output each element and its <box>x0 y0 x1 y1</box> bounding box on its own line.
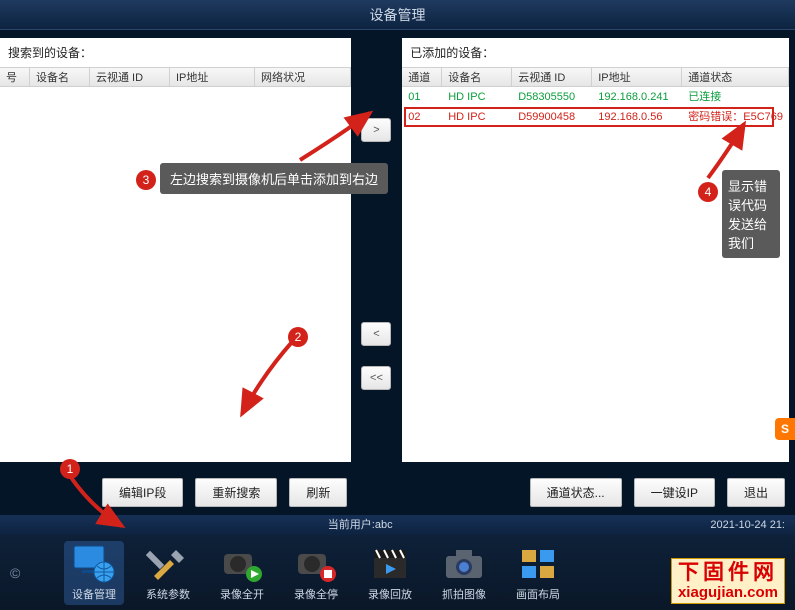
right-column-headers: 通道 设备名 云视通 ID IP地址 通道状态 <box>402 67 789 87</box>
cell-ch: 02 <box>402 107 442 127</box>
dock-label: 抓拍图像 <box>442 586 486 602</box>
dock-label: 系统参数 <box>146 586 190 602</box>
dock-label: 设备管理 <box>72 586 116 602</box>
dock-label: 录像全开 <box>220 586 264 602</box>
col-device-name-r[interactable]: 设备名 <box>442 68 512 86</box>
watermark: 下固件网 xiagujian.com <box>671 558 785 604</box>
research-button[interactable]: 重新搜索 <box>195 478 277 507</box>
datetime: 2021-10-24 21: <box>710 515 785 535</box>
remove-button[interactable]: < <box>361 322 391 346</box>
table-row[interactable]: 01 HD IPC D58305550 192.168.0.241 已连接 <box>402 87 789 107</box>
tools-icon <box>146 544 190 584</box>
left-panel-body <box>0 87 351 462</box>
annotation-badge-1: 1 <box>60 459 80 479</box>
remove-all-button[interactable]: << <box>361 366 391 390</box>
cell-status: 密码错误：E5C769 <box>682 107 789 127</box>
col-ip-r[interactable]: IP地址 <box>592 68 682 86</box>
content-area: 搜索到的设备： 号 设备名 云视通 ID IP地址 网络状况 > < << 已添… <box>0 30 795 470</box>
add-button[interactable]: > <box>361 118 391 142</box>
cell-ch: 01 <box>402 87 442 107</box>
monitor-globe-icon <box>72 544 116 584</box>
title-text: 设备管理 <box>370 7 426 23</box>
exit-button[interactable]: 退出 <box>727 478 785 507</box>
right-panel-heading: 已添加的设备： <box>402 38 789 67</box>
annotation-badge-2: 2 <box>288 327 308 347</box>
left-panel-heading: 搜索到的设备： <box>0 38 351 67</box>
left-panel: 搜索到的设备： 号 设备名 云视通 ID IP地址 网络状况 <box>0 38 351 462</box>
status-bar: 当前用户:abc 2021-10-24 21: <box>0 515 795 535</box>
watermark-line2: xiagujian.com <box>678 585 778 602</box>
cell-name: HD IPC <box>442 87 512 107</box>
cell-id: D59900458 <box>512 107 592 127</box>
title-bar: 设备管理 <box>0 0 795 30</box>
dock-label: 录像回放 <box>368 586 412 602</box>
col-channel-status[interactable]: 通道状态 <box>682 68 789 86</box>
cell-ip: 192.168.0.56 <box>592 107 682 127</box>
annotation-tip-4: 显示错误代码发送给我们 <box>722 170 780 258</box>
annotation-tip-3: 左边搜索到摄像机后单击添加到右边 <box>160 163 388 194</box>
dock-label: 画面布局 <box>516 586 560 602</box>
channel-status-button[interactable]: 通道状态... <box>530 478 622 507</box>
sogou-icon[interactable]: S <box>775 418 795 440</box>
cell-ip: 192.168.0.241 <box>592 87 682 107</box>
table-row[interactable]: 02 HD IPC D59900458 192.168.0.56 密码错误：E5… <box>402 107 789 127</box>
col-net-status[interactable]: 网络状况 <box>255 68 351 86</box>
dock-label: 录像全停 <box>294 586 338 602</box>
clapper-icon <box>368 544 412 584</box>
col-device-name[interactable]: 设备名 <box>30 68 90 86</box>
action-buttons: 编辑IP段 重新搜索 刷新 通道状态... 一键设IP 退出 <box>0 470 795 515</box>
transfer-buttons: > < << <box>357 38 397 462</box>
col-cloud-id[interactable]: 云视通 ID <box>90 68 170 86</box>
one-key-ip-button[interactable]: 一键设IP <box>634 478 715 507</box>
left-column-headers: 号 设备名 云视通 ID IP地址 网络状况 <box>0 67 351 87</box>
col-number[interactable]: 号 <box>0 68 30 86</box>
current-user: 当前用户:abc <box>10 515 710 535</box>
camera-play-icon <box>220 544 264 584</box>
grid-icon <box>516 544 560 584</box>
cell-name: HD IPC <box>442 107 512 127</box>
col-cloud-id-r[interactable]: 云视通 ID <box>512 68 592 86</box>
annotation-badge-4: 4 <box>698 182 718 202</box>
refresh-button[interactable]: 刷新 <box>289 478 347 507</box>
camera-stop-icon <box>294 544 338 584</box>
edit-ip-button[interactable]: 编辑IP段 <box>102 478 183 507</box>
col-ip[interactable]: IP地址 <box>170 68 255 86</box>
cell-id: D58305550 <box>512 87 592 107</box>
col-channel[interactable]: 通道 <box>402 68 442 86</box>
right-panel-body: 01 HD IPC D58305550 192.168.0.241 已连接 02… <box>402 87 789 462</box>
camera-icon <box>442 544 486 584</box>
annotation-badge-3: 3 <box>136 170 156 190</box>
cell-status: 已连接 <box>682 87 789 107</box>
